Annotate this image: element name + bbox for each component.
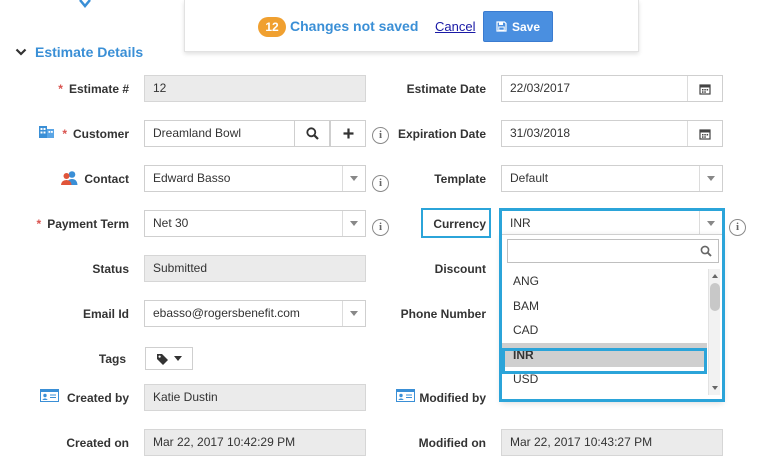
created-by-label: Created by [66, 391, 129, 405]
expiration-date-field[interactable]: 31/03/2018 [501, 120, 723, 147]
expiration-date-picker-button[interactable] [687, 121, 722, 146]
changes-not-saved-text: Changes not saved [290, 18, 419, 34]
contact-value: Edward Basso [153, 171, 231, 185]
contacts-icon [61, 171, 78, 185]
tag-icon [157, 353, 168, 365]
estimate-number-field[interactable]: 12 [144, 75, 366, 102]
unsaved-changes-bar: 12 Changes not saved Cancel Save [184, 0, 639, 52]
discount-label: Discount [434, 262, 486, 276]
payment-term-label-text: Payment Term [47, 217, 129, 231]
building-icon [39, 126, 54, 138]
floppy-disk-icon [496, 21, 507, 32]
estimate-date-field[interactable]: 22/03/2017 [501, 75, 723, 102]
payment-term-info-icon[interactable]: i [372, 219, 389, 236]
cancel-link[interactable]: Cancel [435, 18, 475, 36]
collapse-chevron-icon[interactable] [15, 48, 27, 56]
required-marker: * [36, 217, 42, 231]
calendar-icon [699, 128, 711, 140]
estimate-date-value: 22/03/2017 [510, 81, 571, 95]
estimate-date-picker-button[interactable] [687, 76, 722, 101]
template-dropdown-arrow[interactable] [699, 166, 722, 191]
payment-term-label: * Payment Term [20, 216, 129, 232]
email-dropdown-arrow[interactable] [342, 301, 365, 326]
email-value: ebasso@rogersbenefit.com [153, 306, 300, 320]
phone-number-label: Phone Number [400, 307, 486, 321]
currency-label: Currency [433, 217, 486, 231]
currency-info-icon[interactable]: i [729, 219, 746, 236]
changes-count-badge: 12 [258, 17, 286, 37]
chevron-down-icon [350, 311, 358, 316]
email-select[interactable]: ebasso@rogersbenefit.com [144, 300, 366, 327]
chevron-down-icon [79, 0, 91, 8]
template-value: Default [510, 171, 549, 185]
template-select[interactable]: Default [501, 165, 723, 192]
estimate-date-label: Estimate Date [406, 82, 486, 96]
modified-on-label: Modified on [418, 436, 486, 450]
search-icon [305, 127, 319, 140]
chevron-down-icon [707, 176, 715, 181]
status-label: Status [92, 262, 129, 276]
tags-label: Tags [98, 352, 126, 366]
chevron-down-icon [350, 221, 358, 226]
payment-term-select[interactable]: Net 30 [144, 210, 366, 237]
template-label: Template [434, 172, 486, 186]
status-field: Submitted [144, 255, 366, 282]
selected-option-highlight [502, 348, 707, 374]
modified-on-field: Mar 22, 2017 10:43:27 PM [501, 429, 723, 456]
expiration-date-label: Expiration Date [397, 127, 486, 141]
customer-label: * Customer [56, 126, 129, 142]
id-card-icon [396, 389, 415, 402]
email-label: Email Id [82, 307, 129, 321]
created-by-field: Katie Dustin [144, 384, 366, 411]
estimate-number-label: * Estimate # [40, 81, 129, 97]
payment-term-value: Net 30 [153, 216, 189, 230]
customer-input[interactable]: Dreamland Bowl [144, 120, 295, 147]
id-card-icon [40, 389, 59, 402]
chevron-down-icon [174, 356, 182, 361]
required-marker: * [62, 127, 67, 141]
modified-by-label: Modified by [419, 391, 486, 405]
estimate-number-label-text: Estimate # [68, 82, 129, 96]
created-on-field: Mar 22, 2017 10:42:29 PM [144, 429, 366, 456]
save-button-label: Save [511, 19, 541, 34]
calendar-icon [699, 83, 711, 95]
section-title: Estimate Details [35, 44, 144, 60]
customer-search-button[interactable] [294, 120, 330, 147]
created-on-label: Created on [66, 436, 129, 450]
add-customer-button[interactable] [330, 120, 366, 147]
expiration-date-value: 31/03/2018 [510, 126, 571, 140]
save-button[interactable]: Save [483, 11, 553, 42]
customer-label-text: Customer [72, 127, 129, 141]
payment-term-dropdown-arrow[interactable] [342, 211, 365, 236]
required-marker: * [58, 82, 63, 96]
contact-dropdown-arrow[interactable] [342, 166, 365, 191]
tags-button[interactable] [145, 347, 193, 370]
chevron-down-icon [350, 176, 358, 181]
plus-icon [343, 128, 353, 139]
contact-label: Contact [84, 172, 129, 186]
contact-select[interactable]: Edward Basso [144, 165, 366, 192]
